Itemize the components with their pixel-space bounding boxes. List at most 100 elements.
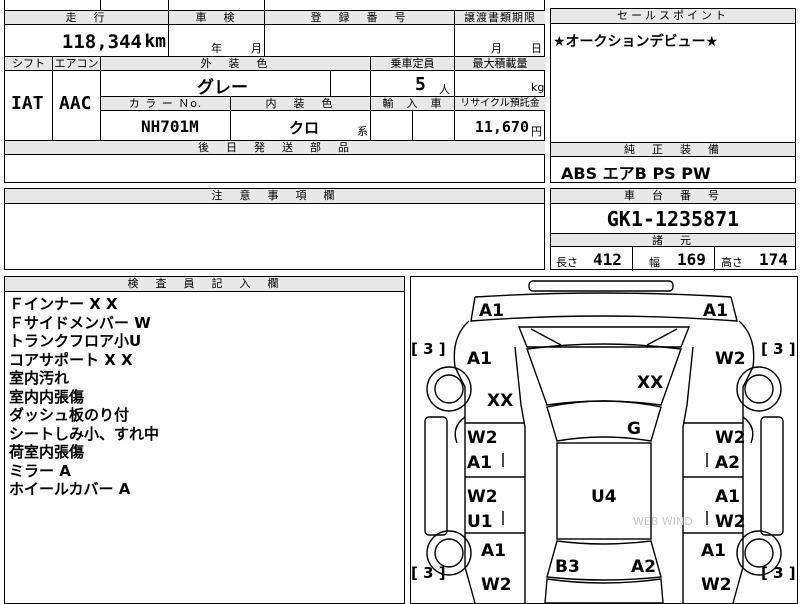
max-load-unit: kg (531, 81, 545, 94)
interior-color-cell: クロ 系 (231, 111, 371, 141)
inspector-label: 検 査 員 記 入 欄 (5, 277, 404, 292)
note-line: ダッシュ板のり付 (9, 406, 130, 424)
transfer-day-unit: 日 (531, 42, 542, 55)
exterior-color-value: グレー (197, 78, 248, 98)
mark-right-front-door-bottom: A2 (715, 453, 740, 473)
mark-rear-left: B3 (555, 557, 580, 577)
note-line: シートしみ小、すれ中 (9, 424, 160, 443)
color-no-label: カ ラ ー Ｎo. (101, 97, 231, 111)
mark-left-front-door-top: W2 (467, 428, 498, 448)
exterior-color-cell: グレー (101, 71, 331, 98)
import-cell-a (371, 111, 413, 141)
mark-hood-front: XX (637, 373, 664, 393)
registration-cell (265, 25, 455, 57)
hidden-top-row-3 (169, 0, 265, 11)
height-cell: 高さ 174 (715, 247, 797, 271)
exterior-color-label: 外 装 色 (101, 57, 371, 71)
note-line: ホイールカバー A (9, 480, 131, 498)
inspector-notes-box: 検 査 員 記 入 欄 Ｆインナー X X Ｆサイドメンバー W トランクフロア… (4, 276, 405, 604)
ac-label: エアコン (53, 57, 101, 71)
capacity-label: 乗車定員 (371, 57, 455, 71)
equipment-value: ABS エアB PS PW (561, 164, 711, 183)
later-parts-label: 後 日 発 送 部 品 (5, 141, 545, 155)
capacity-value: 5 (415, 74, 426, 95)
mark-right-rear-door-bottom: W2 (715, 512, 746, 532)
import-label: 輸 入 車 (371, 97, 455, 111)
equipment-box: 純 正 装 備 ABS エアB PS PW (550, 142, 796, 183)
hidden-top-row-2 (101, 0, 169, 11)
note-line: コアサポート X X (9, 350, 133, 369)
shift-cell: IAT (5, 71, 53, 141)
capacity-cell: 5 人 (371, 71, 455, 97)
inspection-year-unit: 年 (211, 42, 222, 55)
mark-left-quarter: A1 (481, 541, 506, 561)
inspection-month-unit: 月 (251, 42, 262, 55)
mileage-cell: 118,344 km (5, 25, 169, 57)
later-parts-box (4, 157, 545, 183)
mark-front-left-corner: A1 (479, 301, 504, 321)
interior-color-value: クロ (289, 119, 320, 137)
chassis-value: GK1-1235871 (606, 207, 740, 231)
mark-right-rear-bottom: W2 (701, 575, 732, 595)
mark-roof: U4 (591, 487, 617, 507)
caution-label: 注 意 事 項 欄 (5, 189, 544, 204)
mark-right-rear-door-top: A1 (715, 487, 740, 507)
transfer-month-unit: 月 (491, 42, 502, 55)
car-damage-diagram: A1 A1 [ 3 ] [ 3 ] A1 W2 XX XX G W2 W2 A1… (410, 276, 798, 604)
transfer-deadline-label: 譲渡書類期限 (455, 11, 545, 25)
height-label: 高さ (721, 256, 743, 269)
sales-point-label: セールスポイント (551, 9, 795, 24)
mark-left-fender: A1 (467, 349, 492, 369)
max-load-cell: kg (455, 71, 545, 97)
mark-front-right-corner: A1 (703, 301, 728, 321)
watermark: WEB WIND (633, 515, 693, 528)
mark-tire-front-left: [ 3 ] (411, 340, 446, 358)
mark-left-front-door-bottom: A1 (467, 453, 492, 473)
mark-rear-right: A2 (631, 557, 656, 577)
mark-right-quarter: A1 (701, 541, 726, 561)
recycle-value: 11,670 (474, 118, 529, 136)
mark-hood-side: XX (487, 391, 514, 411)
width-cell: 幅 169 (633, 247, 715, 271)
mark-tire-front-right: [ 3 ] (761, 340, 796, 358)
ac-value: AAC (59, 93, 92, 114)
mark-left-rear-door-top: W2 (467, 487, 498, 507)
note-line: 荷室内張傷 (9, 443, 85, 461)
recycle-unit: 円 (531, 125, 542, 138)
note-line: 室内内張傷 (9, 387, 85, 406)
height-value: 174 (759, 250, 788, 269)
mark-right-fender: W2 (715, 349, 746, 369)
chassis-label: 車 台 番 号 (551, 189, 795, 204)
mark-left-rear-bottom: W2 (481, 575, 512, 595)
length-cell: 長さ 412 (551, 247, 633, 271)
note-line: トランクフロア小U (9, 332, 142, 350)
sales-point-box: セールスポイント ★オークションデビュー★ (550, 8, 796, 143)
inspection-cell: 年 月 (169, 25, 265, 57)
mileage-label: 走 行 (5, 11, 169, 25)
import-cell-b (413, 111, 455, 141)
mark-windshield: G (627, 419, 641, 439)
mileage-unit: km (144, 31, 166, 52)
mark-right-front-door-top: W2 (715, 428, 746, 448)
note-line: ミラー A (9, 461, 71, 480)
shift-label: シフト (5, 57, 53, 71)
specs-label: 諸 元 (551, 233, 795, 247)
mark-left-rear-door-bottom: U1 (467, 512, 493, 532)
chassis-box: 車 台 番 号 GK1-1235871 諸 元 長さ 412 幅 169 高さ … (550, 188, 797, 271)
color-no-cell: NH701M (101, 111, 231, 141)
length-value: 412 (593, 250, 622, 269)
note-line: Ｆサイドメンバー W (9, 313, 151, 332)
interior-color-suffix: 系 (357, 125, 368, 138)
caution-box: 注 意 事 項 欄 (4, 188, 545, 270)
length-label: 長さ (556, 256, 578, 269)
ac-cell: AAC (53, 71, 101, 141)
shift-value: IAT (11, 93, 44, 114)
capacity-unit: 人 (439, 83, 450, 96)
equipment-label: 純 正 装 備 (551, 143, 795, 157)
exterior-color-extra (331, 71, 371, 97)
inspector-notes-list: Ｆインナー X X Ｆサイドメンバー W トランクフロア小U コアサポート X … (9, 295, 159, 499)
note-line: 室内汚れ (9, 369, 70, 387)
width-value: 169 (677, 250, 706, 269)
mileage-value: 118,344 (61, 31, 142, 53)
color-no-value: NH701M (141, 117, 199, 136)
